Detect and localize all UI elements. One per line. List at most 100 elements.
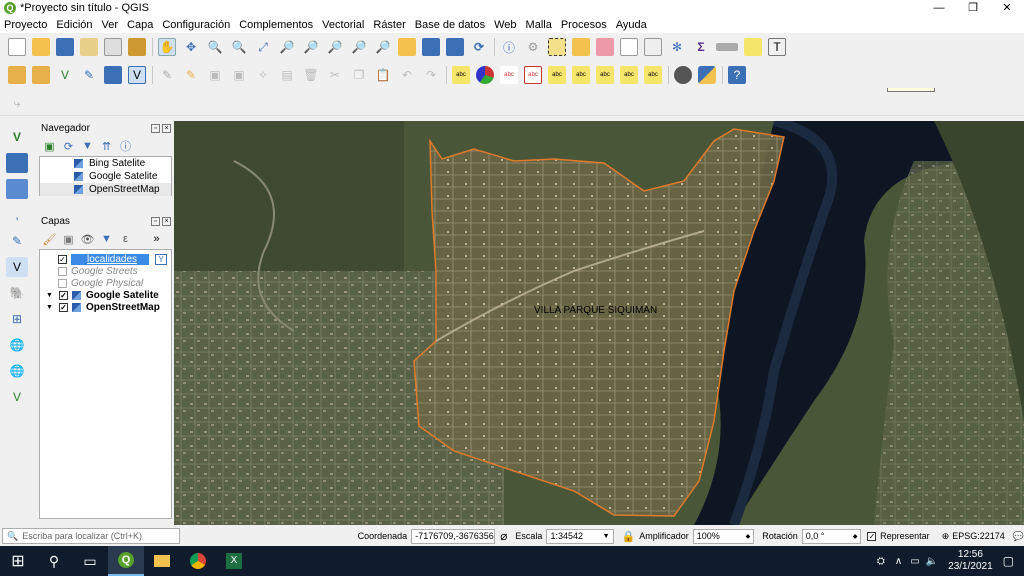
settings-gear-icon[interactable]: ✻	[668, 38, 686, 56]
add-raster-layer-icon[interactable]	[6, 153, 28, 173]
highlight-pin-icon[interactable]: abc	[500, 66, 518, 84]
save-as-icon[interactable]	[80, 38, 98, 56]
refresh-icon[interactable]: ⟳	[470, 38, 488, 56]
add-spatialite-icon[interactable]: V	[6, 257, 28, 277]
undo-icon[interactable]: ↶	[398, 66, 416, 84]
menu-proyecto[interactable]: Proyecto	[4, 19, 47, 31]
style-brush-icon[interactable]: 🖌	[43, 233, 57, 246]
coordinate-field[interactable]: -7176709,-3676356	[411, 528, 496, 544]
label-pin-icon[interactable]: abc	[524, 66, 542, 84]
chrome-icon[interactable]	[180, 546, 216, 576]
pan-hand-icon[interactable]: ✋	[158, 38, 176, 56]
pan-to-selection-icon[interactable]: ✥	[182, 38, 200, 56]
vertex-tool-icon[interactable]: ✧	[254, 66, 272, 84]
change-label-icon[interactable]: abc	[596, 66, 614, 84]
layer-visibility-checkbox[interactable]	[58, 266, 67, 276]
volume-icon[interactable]: 🔈	[926, 556, 938, 567]
identify-icon[interactable]: ⓘ	[500, 38, 518, 56]
text-annotation-icon[interactable]: T	[768, 38, 786, 56]
add-wfs-icon[interactable]: 🌐	[6, 361, 28, 381]
osm-plugin-icon[interactable]	[674, 66, 692, 84]
close-panel-icon[interactable]: ×	[162, 217, 171, 226]
open-project-icon[interactable]	[32, 38, 50, 56]
lock-icon[interactable]: 🔒	[622, 530, 636, 543]
zoom-layer-icon[interactable]: 🔎	[302, 38, 320, 56]
zoom-selection-icon[interactable]: 🔎	[278, 38, 296, 56]
crs-button[interactable]: EPSG:22174	[952, 531, 1005, 541]
layer-item-google-streets[interactable]: Google Streets	[40, 265, 171, 277]
collapse-all-icon[interactable]: ⇈	[100, 140, 113, 153]
new-raster-icon[interactable]	[104, 66, 122, 84]
minimize-button[interactable]: —	[922, 0, 956, 16]
navigator-item[interactable]: OpenStreetMap	[40, 183, 171, 196]
add-group-icon[interactable]: ▣	[62, 233, 75, 246]
style-manager-icon[interactable]	[128, 38, 146, 56]
navigator-item[interactable]: Google Satelite	[40, 170, 171, 183]
layer-visibility-checkbox[interactable]: ✓	[58, 302, 68, 312]
python-console-icon[interactable]	[698, 66, 716, 84]
new-line-icon[interactable]: ✎	[80, 66, 98, 84]
file-explorer-icon[interactable]	[144, 546, 180, 576]
label-tool-icon[interactable]: abc	[452, 66, 470, 84]
label-properties-icon[interactable]: abc	[644, 66, 662, 84]
layer-visibility-checkbox[interactable]: ✓	[58, 290, 68, 300]
zoom-next-icon[interactable]: 🔎	[374, 38, 392, 56]
snapping-icon[interactable]: ⤷	[8, 95, 26, 113]
qgis-taskbar-icon[interactable]: Q	[108, 546, 144, 576]
manage-map-themes-icon[interactable]: 👁	[81, 233, 95, 246]
add-feature-icon[interactable]: ▣	[230, 66, 248, 84]
locator-search[interactable]: 🔍 Escriba para localizar (Ctrl+K)	[2, 528, 180, 544]
layer-visibility-checkbox[interactable]	[58, 278, 67, 288]
refresh-icon[interactable]: ⟳	[62, 140, 75, 153]
zoom-out-icon[interactable]: 🔍	[230, 38, 248, 56]
menu-base-de-datos[interactable]: Base de datos	[415, 19, 485, 31]
current-edits-icon[interactable]: ✎	[158, 66, 176, 84]
network-icon[interactable]: ▭	[910, 556, 919, 567]
add-mesh-layer-icon[interactable]	[6, 179, 28, 199]
new-map-view-icon[interactable]	[398, 38, 416, 56]
deselect-icon[interactable]	[596, 38, 614, 56]
layer-item-localidades[interactable]: ✓ localidades Y	[40, 253, 171, 265]
layer-item-google-physical[interactable]: Google Physical	[40, 277, 171, 289]
toggle-extents-icon[interactable]: ⌀	[500, 529, 507, 543]
zoom-in-icon[interactable]: 🔍	[206, 38, 224, 56]
bookmark-icon[interactable]	[422, 38, 440, 56]
layer-label[interactable]: localidades	[71, 253, 149, 265]
add-delimited-text-icon[interactable]: ,	[6, 205, 28, 225]
open-table-icon[interactable]	[620, 38, 638, 56]
filter-icon[interactable]: ▼	[81, 140, 94, 153]
map-tips-icon[interactable]	[744, 38, 762, 56]
close-panel-icon[interactable]: ×	[162, 124, 171, 133]
filter-legend-icon[interactable]: ▼	[100, 233, 113, 246]
layer-item-openstreetmap[interactable]: ▼ ✓ OpenStreetMap	[40, 301, 171, 313]
properties-icon[interactable]: ⓘ	[119, 140, 132, 153]
cut-icon[interactable]: ✂	[326, 66, 344, 84]
map-canvas[interactable]: VILLA PARQUE SIQUIMAN	[174, 121, 1024, 525]
clock[interactable]: 12:56 23/1/2021	[948, 549, 993, 573]
copy-icon[interactable]: ❐	[350, 66, 368, 84]
menu-web[interactable]: Web	[494, 19, 516, 31]
menu-configuracion[interactable]: Configuración	[162, 19, 230, 31]
expand-arrow-icon[interactable]: ▼	[46, 304, 53, 311]
render-checkbox[interactable]: ✓	[867, 531, 877, 541]
add-postgis-icon[interactable]: 🐘	[6, 283, 28, 303]
field-calc-icon[interactable]	[644, 38, 662, 56]
layer-filter-icon[interactable]: Y	[155, 253, 167, 265]
toggle-editing-icon[interactable]: ✎	[182, 66, 200, 84]
close-button[interactable]: ✕	[990, 0, 1024, 16]
measure-icon[interactable]	[716, 43, 738, 51]
menu-capa[interactable]: Capa	[127, 19, 153, 31]
modify-attributes-icon[interactable]: ▤	[278, 66, 296, 84]
expand-arrow-icon[interactable]: ▼	[46, 292, 53, 299]
redo-icon[interactable]: ↷	[422, 66, 440, 84]
paste-icon[interactable]: 📋	[374, 66, 392, 84]
save-project-icon[interactable]	[56, 38, 74, 56]
menu-malla[interactable]: Malla	[526, 19, 552, 31]
messages-icon[interactable]: 💬	[1013, 531, 1024, 542]
task-view-icon[interactable]: ▭	[72, 546, 108, 576]
save-edits-icon[interactable]: ▣	[206, 66, 224, 84]
add-gps-icon[interactable]: ✎	[6, 231, 28, 251]
excel-icon[interactable]: X	[216, 546, 252, 576]
menu-edicion[interactable]: Edición	[56, 19, 92, 31]
menu-ayuda[interactable]: Ayuda	[616, 19, 647, 31]
